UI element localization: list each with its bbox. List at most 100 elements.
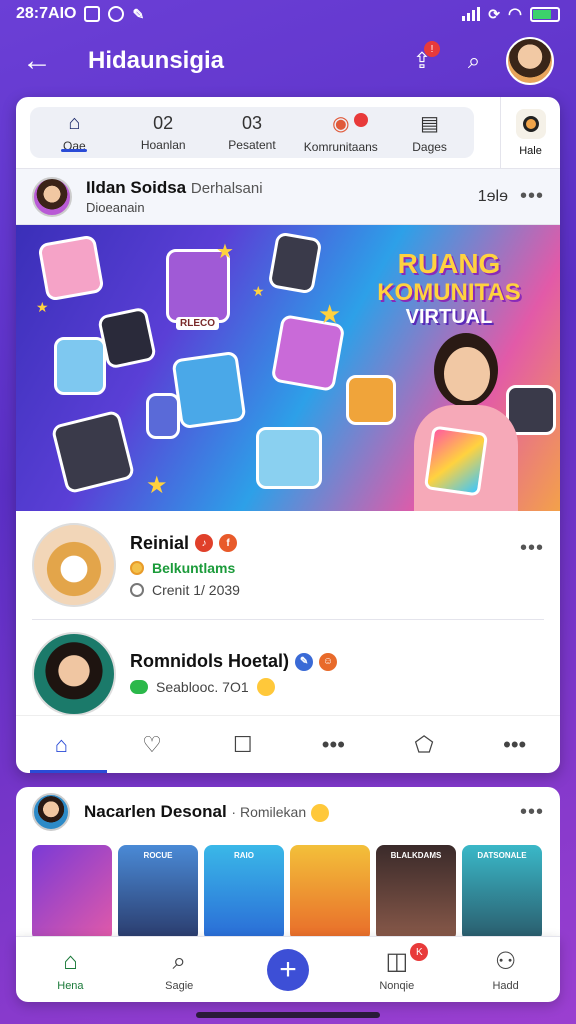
nav-search[interactable]: ⌕ Sagie [125, 948, 234, 992]
battery-icon [530, 6, 560, 22]
post-date-text: Crenit 1/ 2039 [152, 581, 240, 598]
story-card[interactable]: Blalkdams [376, 845, 456, 941]
banner-tile [171, 350, 247, 430]
bottom-nav: ⌂ Hena ⌕ Sagie + ◫ K Nonqie ⚇ Hadd [16, 936, 560, 1002]
banner-title-line1: RUANG [397, 248, 501, 279]
tab-number: 03 [241, 113, 262, 133]
tab-komunitas[interactable]: ◉ Komrunitaans [296, 107, 385, 158]
tab-side-label: Hale [519, 144, 542, 157]
banner-tile [37, 234, 105, 302]
tab-bar: ⌂ Oae 02 Hoanlan 03 Pesatent ◉ Komrunita… [16, 97, 560, 169]
share-button[interactable]: ⇪ ! [400, 39, 444, 83]
search-icon: ⌕ [467, 48, 481, 73]
tab-home[interactable]: ⌂ Oae [30, 107, 119, 158]
app-bar: ← Hidaunsigia ⇪ ! ⌕ [0, 36, 576, 86]
story-card[interactable]: Datsonale [462, 845, 542, 941]
post-status-text: Seablooc. 7O1 [156, 679, 249, 695]
story-card[interactable] [290, 845, 370, 941]
story-caption: ROCUE [143, 851, 173, 860]
stories-header: Nacarlen Desonal · Romilekan ••• [16, 787, 560, 837]
pinned-name-text: Ildan Soidsa [86, 178, 187, 197]
like-button[interactable]: ♡ [107, 716, 198, 773]
main-card: ⌂ Oae 02 Hoanlan 03 Pesatent ◉ Komrunita… [16, 97, 560, 773]
status-time: 28:7AIO [16, 5, 77, 22]
nav-label: Hadd [492, 980, 519, 992]
nav-label: Sagie [165, 979, 194, 992]
post-date: Crenit 1/ 2039 [130, 582, 520, 598]
pinned-name: Ildan Soidsa Derhalsani [86, 178, 478, 198]
community-icon: ◉ [332, 113, 350, 135]
comment-button[interactable]: ☐ [197, 716, 288, 773]
story-caption: Datsonale [477, 851, 527, 860]
story-card[interactable]: RAIO [204, 845, 284, 941]
pages-icon: ▤ [420, 113, 440, 135]
banner-tile [50, 409, 136, 495]
post-status: Seablooc. 7O1 [130, 678, 544, 696]
edit-icon: ✎ [132, 5, 145, 22]
star-icon: ★ [252, 283, 265, 299]
banner-tile [346, 375, 396, 425]
more-options-icon[interactable]: ••• [520, 185, 544, 208]
post-status: Belkuntlams [130, 560, 520, 576]
banner-title-line2: KOMUNITAS [377, 278, 521, 306]
star-icon: ★ [146, 472, 168, 499]
search-icon: ⌕ [172, 947, 186, 975]
plus-icon: + [266, 948, 309, 991]
chat-bubble-icon: ☐ [232, 731, 253, 757]
stories-title: Nacarlen Desonal · Romilekan [84, 802, 520, 822]
more-icon: ••• [321, 731, 345, 757]
home-icon: ⌂ [68, 112, 81, 134]
clock-icon [130, 582, 144, 597]
chat-icon [130, 680, 148, 694]
tab-pages[interactable]: ▤ Dages [385, 107, 474, 158]
post-item[interactable]: Reinial ♪ f Belkuntlams Crenit 1/ 2039 •… [16, 511, 560, 619]
stories-subtitle: · Romilekan [231, 804, 307, 820]
app-title: Hidaunsigia [88, 47, 225, 74]
badge-icon: f [219, 534, 238, 552]
story-card[interactable] [32, 845, 112, 941]
tab-side-search[interactable]: Hale [500, 97, 560, 168]
nav-notifications[interactable]: ◫ K Nonqie [342, 943, 451, 992]
back-arrow-icon[interactable]: ← [22, 44, 62, 78]
notification-icon: ◫ [385, 948, 409, 975]
tab-badge [354, 113, 369, 127]
tab-pesatent[interactable]: 03 Pesatent [208, 107, 297, 158]
notification-badge: ! [424, 41, 440, 57]
tab-number: 02 [153, 113, 174, 133]
status-bar: 28:7AIO ✎ ⟳ ◠ [0, 0, 576, 28]
post-status-text: Belkuntlams [152, 559, 236, 576]
more-options-icon[interactable]: ••• [520, 537, 544, 560]
avatar[interactable] [32, 631, 116, 716]
share-button[interactable]: ⬠ [379, 716, 470, 773]
home-indicator[interactable] [196, 1012, 380, 1018]
more-button[interactable]: ••• [288, 716, 379, 773]
more-options-icon[interactable]: ••• [520, 801, 544, 824]
emoji-icon [256, 678, 275, 696]
profile-avatar[interactable] [506, 37, 554, 85]
tab-label: Oae [63, 139, 86, 153]
banner-tile [267, 231, 323, 295]
badge-icon: ☺ [319, 652, 338, 671]
avatar[interactable] [32, 523, 116, 607]
banner-tile [256, 427, 322, 489]
community-banner[interactable]: RLECO ★ ★ ★ ★ ★ RUANG KOMUNITAS VIRTUAL [16, 225, 560, 511]
post-item[interactable]: Romnidols Hoetal) ✎ ☺ Seablooc. 7O1 [32, 619, 544, 727]
pinned-row[interactable]: Ildan Soidsa Derhalsani Dioeanain 1ɘlɘ •… [16, 169, 560, 225]
home-action-button[interactable]: ⌂ [16, 716, 107, 773]
avatar[interactable] [32, 176, 72, 217]
search-icon [515, 108, 546, 139]
story-caption: RAIO [234, 851, 254, 860]
avatar[interactable] [32, 793, 70, 831]
more-button[interactable]: ••• [469, 716, 560, 773]
nav-profile[interactable]: ⚇ Hadd [451, 947, 560, 992]
tab-hoanlan[interactable]: 02 Hoanlan [119, 107, 208, 158]
star-icon: ★ [36, 299, 49, 315]
nav-create[interactable]: + [234, 948, 343, 991]
star-icon: ★ [216, 241, 234, 263]
story-card[interactable]: ROCUE [118, 845, 198, 941]
badge-icon: ♪ [195, 534, 214, 552]
nav-home[interactable]: ⌂ Hena [16, 948, 125, 992]
search-button[interactable]: ⌕ [452, 39, 496, 83]
signal-icon [462, 7, 481, 21]
banner-title-line3: VIRTUAL [405, 306, 493, 329]
